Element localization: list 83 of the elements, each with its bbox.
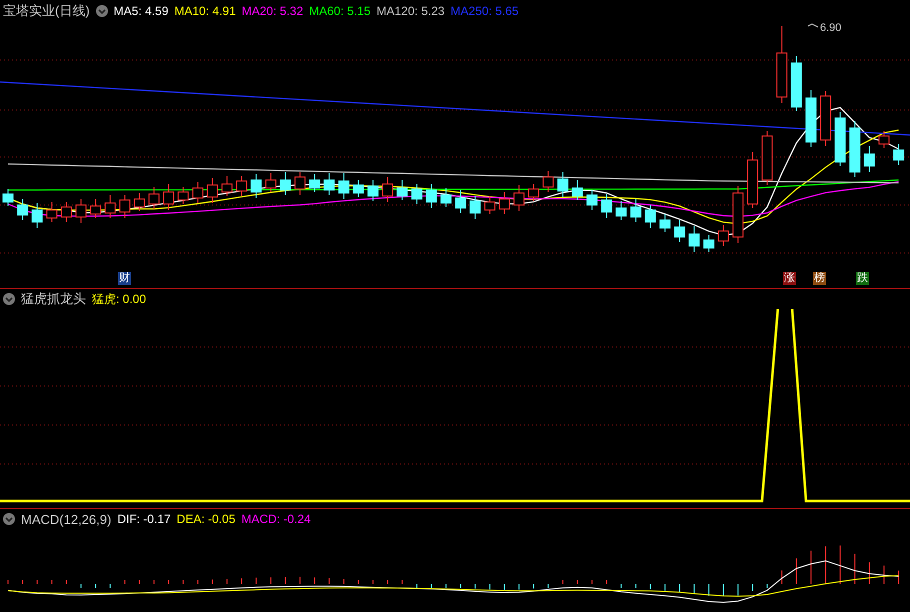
candlestick [703,234,714,252]
candlestick [688,226,700,252]
collapse-chevron-icon[interactable] [3,513,15,525]
candlestick [60,202,72,222]
indicator-title: MACD(12,26,9) [21,512,112,526]
candlestick [893,144,904,166]
collapse-chevron-icon[interactable] [3,293,15,305]
candlestick [163,184,174,210]
candlestick [265,172,276,192]
candlestick [484,196,496,214]
candlestick [660,214,670,232]
candlestick [309,174,320,192]
candlestick [557,172,568,198]
indicator-title: 猛虎抓龙头 [21,290,86,308]
candlestick [616,200,627,220]
candlestick [148,186,160,210]
indicator-value: MA250: 5.65 [450,4,519,18]
candlestick [514,184,524,212]
candlestick [250,174,262,198]
candlestick [732,186,744,244]
event-tag[interactable]: 财 [118,272,131,285]
candlestick [396,180,408,200]
candlestick [76,198,86,224]
candlestick [790,56,802,112]
indicator-value: MA10: 4.91 [174,4,236,18]
candlestick [849,120,860,178]
indicator-value: DIF: -0.17 [117,512,171,526]
candlestick [134,192,145,212]
candlestick [222,176,232,196]
candlestick [528,184,540,202]
indicator-value: MA5: 4.59 [114,4,168,18]
event-tag[interactable]: 跌 [856,272,869,285]
candlestick [382,176,394,202]
candlestick [644,204,656,228]
indicator-value: MACD: -0.24 [241,512,311,526]
event-tag[interactable]: 榜 [813,272,826,285]
candlestick [90,198,102,218]
candlestick [104,194,116,218]
candlestick [470,196,481,220]
candlestick [17,198,28,220]
candlestick [119,194,130,218]
candlestick [718,224,729,246]
indicator-value: DEA: -0.05 [176,512,236,526]
candlestick [280,172,291,196]
event-tag[interactable]: 涨 [783,272,796,285]
candlestick [864,146,875,172]
candlestick [368,180,378,202]
candlestick [834,112,846,166]
high-price-label: 6.90 [820,22,842,34]
candlestick [455,190,466,214]
candlestick [762,130,773,186]
candlestick [586,190,598,210]
candlestick [601,194,612,218]
candlestick [338,172,350,200]
candlestick [426,184,437,208]
candlestick [32,202,43,228]
candlestick [324,172,335,196]
indicator-value: MA20: 5.32 [242,4,304,18]
candlestick [294,172,306,196]
candlestick [572,180,583,200]
candlestick [178,186,189,204]
candlestick [411,184,422,204]
candlestick [440,188,452,208]
leader-line [808,23,818,28]
chart-title: 宝塔实业(日线) [3,2,90,20]
candlestick [820,90,832,146]
collapse-chevron-icon[interactable] [96,5,108,17]
candlestick [498,192,510,214]
indicator-value: 猛虎: 0.00 [92,290,146,308]
candlestick [630,198,642,222]
indicator-value: MA60: 5.15 [309,4,370,18]
candlestick [747,152,758,208]
candlestick [674,220,686,242]
candlestick [806,90,816,148]
candlestick [206,178,218,204]
candlestick [236,176,248,196]
candlestick [46,202,58,222]
candlestick [192,182,204,204]
candlestick [542,170,554,192]
candlestick [878,130,890,148]
candlestick [352,180,364,198]
indicator-value: MA120: 5.23 [376,4,445,18]
candlestick [2,188,14,206]
